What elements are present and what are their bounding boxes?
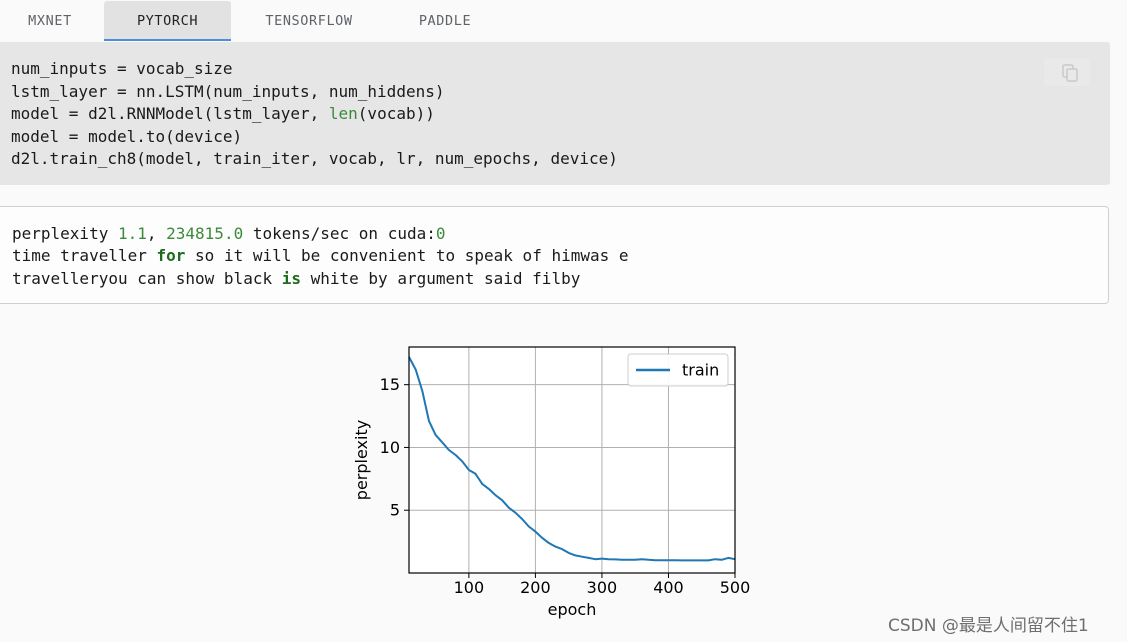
tab-tensorflow[interactable]: TENSORFLOW xyxy=(245,1,373,39)
y-axis-label: perplexity xyxy=(352,420,371,500)
y-tick-label: 5 xyxy=(390,501,400,520)
output-number: 0 xyxy=(435,224,446,243)
x-tick-label: 300 xyxy=(587,578,618,597)
output-line: time traveller for so it will be conveni… xyxy=(12,245,629,267)
y-tick-label: 15 xyxy=(380,375,400,394)
output-keyword: is xyxy=(281,269,301,288)
tab-paddle[interactable]: PADDLE xyxy=(390,1,500,39)
output-keyword: for xyxy=(156,246,186,265)
watermark: CSDN @最是人间留不住1 xyxy=(888,616,1089,636)
output-number: 234815.0 xyxy=(166,224,244,243)
output-line: perplexity 1.1, 234815.0 tokens/sec on c… xyxy=(12,223,446,245)
framework-tabs: MXNET PYTORCH TENSORFLOW PADDLE xyxy=(0,0,1127,42)
output-text: travelleryou can show black xyxy=(12,269,282,288)
x-tick-label: 500 xyxy=(720,578,751,597)
x-tick-label: 100 xyxy=(454,578,485,597)
code-line: model = model.to(device) xyxy=(11,127,243,146)
x-axis-label: epoch xyxy=(548,600,597,619)
output-text: tokens/sec on cuda: xyxy=(243,224,436,243)
output-cell: perplexity 1.1, 234815.0 tokens/sec on c… xyxy=(0,206,1109,304)
x-tick-label: 400 xyxy=(653,578,684,597)
output-line: travelleryou can show black is white by … xyxy=(12,268,580,290)
y-tick-label: 10 xyxy=(380,438,400,457)
code-line: d2l.train_ch8(model, train_iter, vocab, … xyxy=(11,149,618,168)
legend-label: train xyxy=(682,361,719,380)
code-line: lstm_layer = nn.LSTM(num_inputs, num_hid… xyxy=(11,82,445,101)
builtin-keyword: len xyxy=(328,104,358,123)
copy-button[interactable] xyxy=(1044,58,1090,86)
tab-mxnet[interactable]: MXNET xyxy=(0,1,100,39)
code-line: num_inputs = vocab_size xyxy=(11,59,233,78)
output-number: 1.1 xyxy=(117,224,147,243)
code-line: model = d2l.RNNModel(lstm_layer, len(voc… xyxy=(11,103,435,125)
code-text: (vocab)) xyxy=(357,104,435,123)
tab-pytorch[interactable]: PYTORCH xyxy=(104,1,231,41)
copy-icon xyxy=(1062,64,1078,82)
code-cell[interactable]: num_inputs = vocab_size lstm_layer = nn.… xyxy=(0,42,1110,185)
perplexity-plot: 100 200 300 400 500 5 10 15 epoch perplexity train xyxy=(340,335,760,635)
output-text: , xyxy=(146,224,167,243)
output-text: time traveller xyxy=(12,246,157,265)
output-text: perplexity xyxy=(12,224,118,243)
output-text: so it will be convenient to speak of him… xyxy=(185,246,629,265)
chart-svg: 100 200 300 400 500 5 10 15 epoch perplexity train xyxy=(352,346,751,619)
code-text: model = d2l.RNNModel(lstm_layer, xyxy=(11,104,329,123)
output-text: white by argument said filby xyxy=(300,269,581,288)
x-tick-label: 200 xyxy=(520,578,551,597)
